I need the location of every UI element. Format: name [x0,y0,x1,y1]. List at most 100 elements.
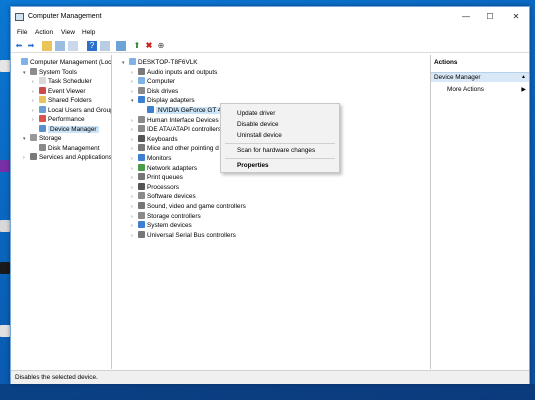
desktop-shortcut-icon[interactable] [0,160,10,172]
tree-node[interactable]: › Human Interface Devices [131,115,219,125]
tree-node[interactable]: › IDE ATA/ATAPI controllers [131,125,221,134]
update-driver-menu-item[interactable]: Update driver [237,110,275,117]
expanded-chevron-icon[interactable]: ▾ [23,135,30,144]
properties-menu-item[interactable]: Properties [237,162,269,169]
tree-node-label: Computer Management (Local) [30,59,112,66]
tree-node[interactable]: ▾ Storage [23,134,61,143]
network-icon [138,163,145,171]
submenu-arrow-icon: ▶ [521,87,526,93]
show-hide-tree-icon[interactable] [55,41,65,51]
tree-node[interactable]: › Processors [131,182,179,192]
title-bar[interactable]: Computer Management — ☐ ✕ [11,7,529,27]
tree-node[interactable]: Device Manager [32,124,99,134]
tree-node-label: Keyboards [147,135,178,143]
expanded-chevron-icon[interactable]: ▾ [131,97,138,106]
more-actions-item[interactable]: More Actions [447,86,484,93]
menu-help[interactable]: Help [82,29,95,36]
tree-node[interactable]: Computer Management (Local) [14,58,112,67]
tree-node[interactable]: › Performance [32,115,85,124]
collapsed-chevron-icon[interactable]: › [23,154,30,163]
tree-node[interactable]: ▾ Display adapters [131,96,195,105]
uninstall-device-menu-item[interactable]: Uninstall device [237,132,282,139]
tree-node[interactable]: › Mice and other pointing d [131,144,219,153]
collapsed-chevron-icon[interactable]: › [131,232,138,241]
keyboard-icon [138,134,145,142]
properties-icon[interactable] [68,41,78,51]
tree-node[interactable]: › System devices [131,221,192,230]
up-icon[interactable] [42,41,52,51]
minimize-button[interactable]: — [455,10,477,24]
tree-node[interactable]: Disk Management [32,143,100,153]
update-driver-icon[interactable]: ⬆ [132,41,142,51]
event-icon [39,86,46,94]
tree-node[interactable]: › Storage controllers [131,211,201,221]
desktop-shortcut-icon[interactable] [0,60,10,72]
tree-node-label: IDE ATA/ATAPI controllers [147,126,222,134]
actions-section-device-manager[interactable]: Device Manager ▲ [431,72,529,82]
device-manager-icon [39,124,46,132]
desktop-shortcut-icon[interactable] [0,220,10,232]
expanded-chevron-icon[interactable]: ▾ [23,69,30,78]
tree-node-label: Universal Serial Bus controllers [147,231,236,239]
tree-node-label: Task Scheduler [48,78,92,85]
menu-file[interactable]: File [17,29,27,36]
computer-icon [129,58,136,65]
tree-node[interactable]: › Task Scheduler [32,77,92,86]
tree-node[interactable]: › Event Viewer [32,86,86,96]
menu-separator [225,143,335,144]
tree-node[interactable]: › Network adapters [131,163,197,173]
monitor-icon[interactable] [116,41,126,51]
computer-icon [21,58,28,65]
expanded-chevron-icon[interactable]: ▾ [122,59,129,68]
tree-node[interactable]: NVIDIA GeForce GT 420 [140,106,231,115]
help-icon[interactable]: ? [87,41,97,51]
console-tree: Computer Management (Local) ▾ System Tools… [12,55,112,369]
tree-node[interactable]: › Disk drives [131,86,178,96]
toolbar: ⬅ ➡ ? ⬆ ✖ ⊕ [11,39,529,53]
desktop-shortcut-icon[interactable] [0,262,10,274]
actions-header: Actions [434,59,458,66]
collapse-icon[interactable]: ▲ [521,73,526,82]
tree-node-label: System Tools [39,68,77,76]
tree-node[interactable]: › Software devices [131,192,196,201]
system-icon [138,221,145,229]
usb-icon [138,230,145,238]
tree-node[interactable]: › Computer [131,77,175,86]
tree-node[interactable]: ▾ DESKTOP-T8F6VLK [122,58,198,67]
tree-node[interactable]: › Universal Serial Bus controllers [131,230,236,241]
maximize-button[interactable]: ☐ [479,10,501,24]
folder-icon [39,96,46,103]
computer-management-window: Computer Management — ☐ ✕ File Action Vi… [10,6,530,384]
tree-node[interactable]: › Keyboards [131,134,178,144]
tree-node[interactable]: › Services and Applications [23,153,111,163]
clock-icon [39,77,46,84]
tree-node[interactable]: › Sound, video and game controllers [131,202,246,211]
tree-node[interactable]: › Monitors [131,154,172,163]
menu-bar: File Action View Help [11,27,529,39]
menu-view[interactable]: View [61,29,75,36]
computer-management-icon [15,13,24,21]
uninstall-icon[interactable]: ✖ [144,41,154,51]
menu-action[interactable]: Action [35,29,53,36]
display-icon [138,96,145,104]
mouse-icon [138,144,145,152]
disable-icon[interactable]: ⊕ [156,41,166,51]
tree-node-label: Software devices [147,193,196,201]
console-icon[interactable] [100,41,110,51]
tree-node[interactable]: › Local Users and Groups [32,105,111,115]
close-button[interactable]: ✕ [505,10,527,24]
scan-hardware-menu-item[interactable]: Scan for hardware changes [237,147,315,154]
printer-icon [138,173,145,181]
tree-node[interactable]: › Print queues [131,173,183,182]
tree-node[interactable]: ▾ System Tools [23,67,77,78]
tree-node-label: Monitors [147,155,172,162]
tree-node-label: Human Interface Devices [147,116,219,124]
desktop-shortcut-icon[interactable] [0,325,10,337]
storage-controller-icon [138,211,145,219]
forward-icon[interactable]: ➡ [26,41,36,51]
computer-icon [138,77,145,85]
disable-device-menu-item[interactable]: Disable device [237,121,279,128]
tree-node[interactable]: › Audio inputs and outputs [131,67,217,77]
back-icon[interactable]: ⬅ [14,41,24,51]
tree-node[interactable]: › Shared Folders [32,96,92,105]
